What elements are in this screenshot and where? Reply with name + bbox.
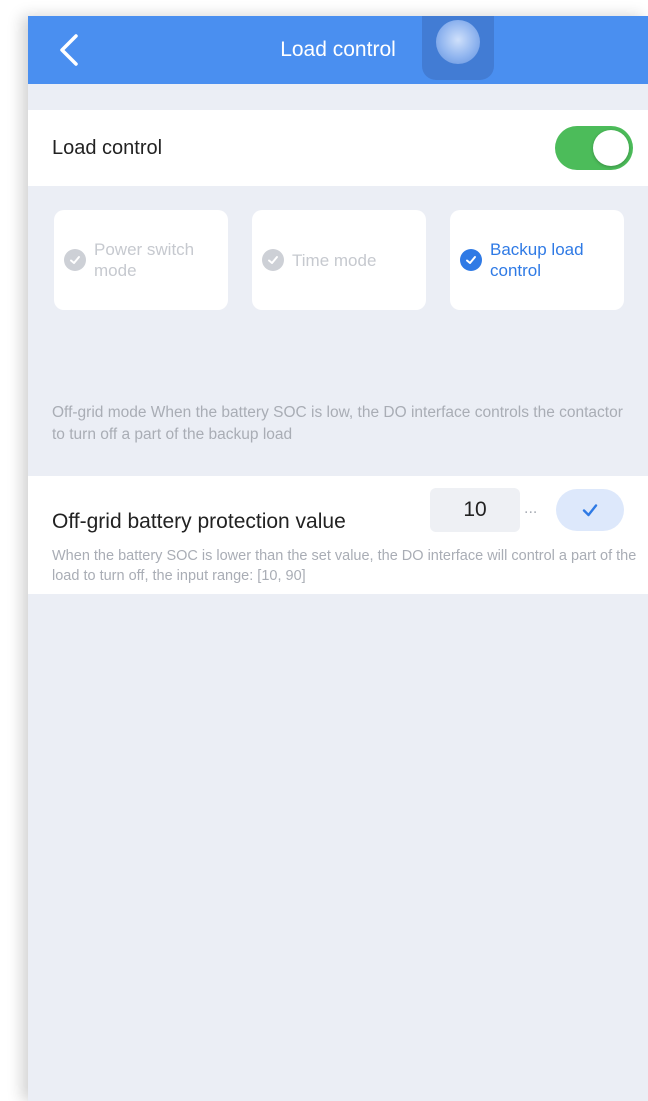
battery-protection-label: Off-grid battery protection value: [52, 510, 346, 533]
battery-protection-hint: When the battery SOC is lower than the s…: [52, 548, 637, 584]
floating-assistive-button[interactable]: [422, 16, 494, 80]
check-circle-icon: [64, 249, 86, 271]
toggle-knob: [593, 130, 629, 166]
assistive-ball-icon: [436, 20, 480, 64]
app-screen: Load control Load control Power switch m…: [28, 16, 648, 1101]
mode-card-backup-load[interactable]: Backup load control: [450, 210, 624, 310]
load-control-label: Load control: [52, 137, 163, 159]
check-circle-icon: [460, 249, 482, 271]
load-control-row: Load control: [28, 110, 648, 186]
mode-label: Time mode: [292, 250, 377, 270]
mode-card-power-switch[interactable]: Power switch mode: [54, 210, 228, 310]
app-header: Load control: [28, 16, 648, 84]
confirm-button[interactable]: [556, 489, 624, 531]
battery-protection-input[interactable]: [430, 488, 520, 532]
mode-description: Off-grid mode When the battery SOC is lo…: [52, 404, 623, 443]
mode-label: Power switch mode: [94, 240, 195, 280]
battery-protection-section: Off-grid battery protection value ... Wh…: [28, 476, 648, 594]
check-icon: [582, 504, 598, 517]
check-circle-icon: [262, 249, 284, 271]
page-title: Load control: [280, 38, 396, 61]
mode-label: Backup load control: [490, 240, 584, 280]
mode-card-time[interactable]: Time mode: [252, 210, 426, 310]
more-ellipsis: ...: [524, 500, 538, 517]
load-control-toggle[interactable]: [555, 126, 633, 170]
